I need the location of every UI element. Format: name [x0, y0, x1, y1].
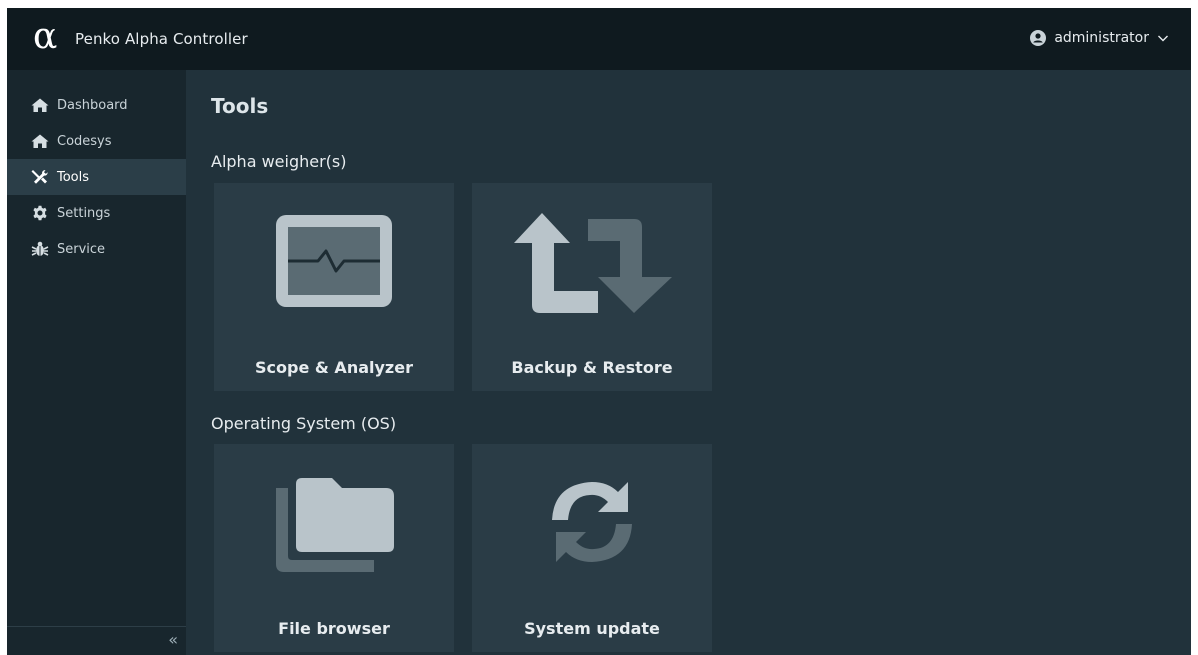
tile-label: Scope & Analyzer	[255, 358, 413, 377]
app-title: Penko Alpha Controller	[75, 30, 248, 48]
tools-icon	[31, 169, 49, 185]
svg-text:α: α	[33, 20, 57, 52]
section-label-operating-system: Operating System (OS)	[211, 414, 397, 433]
user-avatar-icon	[1030, 30, 1047, 46]
sidebar: Dashboard Codesys Tools Settings Service…	[7, 70, 186, 655]
bug-icon	[31, 241, 49, 257]
sync-icon	[552, 482, 632, 562]
sidebar-item-dashboard[interactable]: Dashboard	[7, 87, 186, 123]
arrows-up-down-icon	[514, 213, 672, 313]
sidebar-nav: Dashboard Codesys Tools Settings Service	[7, 70, 186, 267]
collapse-sidebar-icon[interactable]: «	[168, 632, 178, 648]
gear-icon	[31, 205, 49, 221]
tile-label: System update	[524, 619, 660, 638]
sidebar-item-tools[interactable]: Tools	[7, 159, 186, 195]
sidebar-item-settings[interactable]: Settings	[7, 195, 186, 231]
section-label-alpha-weighers: Alpha weigher(s)	[211, 152, 347, 171]
tile-file-browser[interactable]: File browser	[214, 444, 454, 652]
sidebar-item-codesys[interactable]: Codesys	[7, 123, 186, 159]
folder-icon	[276, 478, 394, 572]
sidebar-item-label: Tools	[57, 169, 90, 185]
chevron-down-icon	[1158, 35, 1168, 42]
home-icon	[31, 97, 49, 113]
sidebar-footer: «	[7, 626, 186, 655]
app-window: α Penko Alpha Controller administrator D…	[7, 8, 1191, 655]
sidebar-item-label: Settings	[57, 205, 111, 221]
sidebar-item-label: Service	[57, 241, 106, 257]
tile-system-update[interactable]: System update	[472, 444, 712, 652]
monitor-pulse-icon	[276, 215, 392, 307]
tile-label: File browser	[278, 619, 390, 638]
page-title: Tools	[211, 94, 269, 118]
alpha-logo-icon: α	[33, 20, 57, 52]
sidebar-item-label: Codesys	[57, 133, 112, 149]
tile-scope-analyzer[interactable]: Scope & Analyzer	[214, 183, 454, 391]
sidebar-item-service[interactable]: Service	[7, 231, 186, 267]
home-icon	[31, 133, 49, 149]
user-name: administrator	[1054, 30, 1149, 46]
top-header: α Penko Alpha Controller administrator	[7, 8, 1191, 70]
sidebar-item-label: Dashboard	[57, 97, 128, 113]
tile-backup-restore[interactable]: Backup & Restore	[472, 183, 712, 391]
user-menu[interactable]: administrator	[1030, 30, 1169, 46]
tile-label: Backup & Restore	[511, 358, 673, 377]
main-content: Tools Alpha weigher(s) Scope & Analyzer …	[186, 70, 1191, 655]
